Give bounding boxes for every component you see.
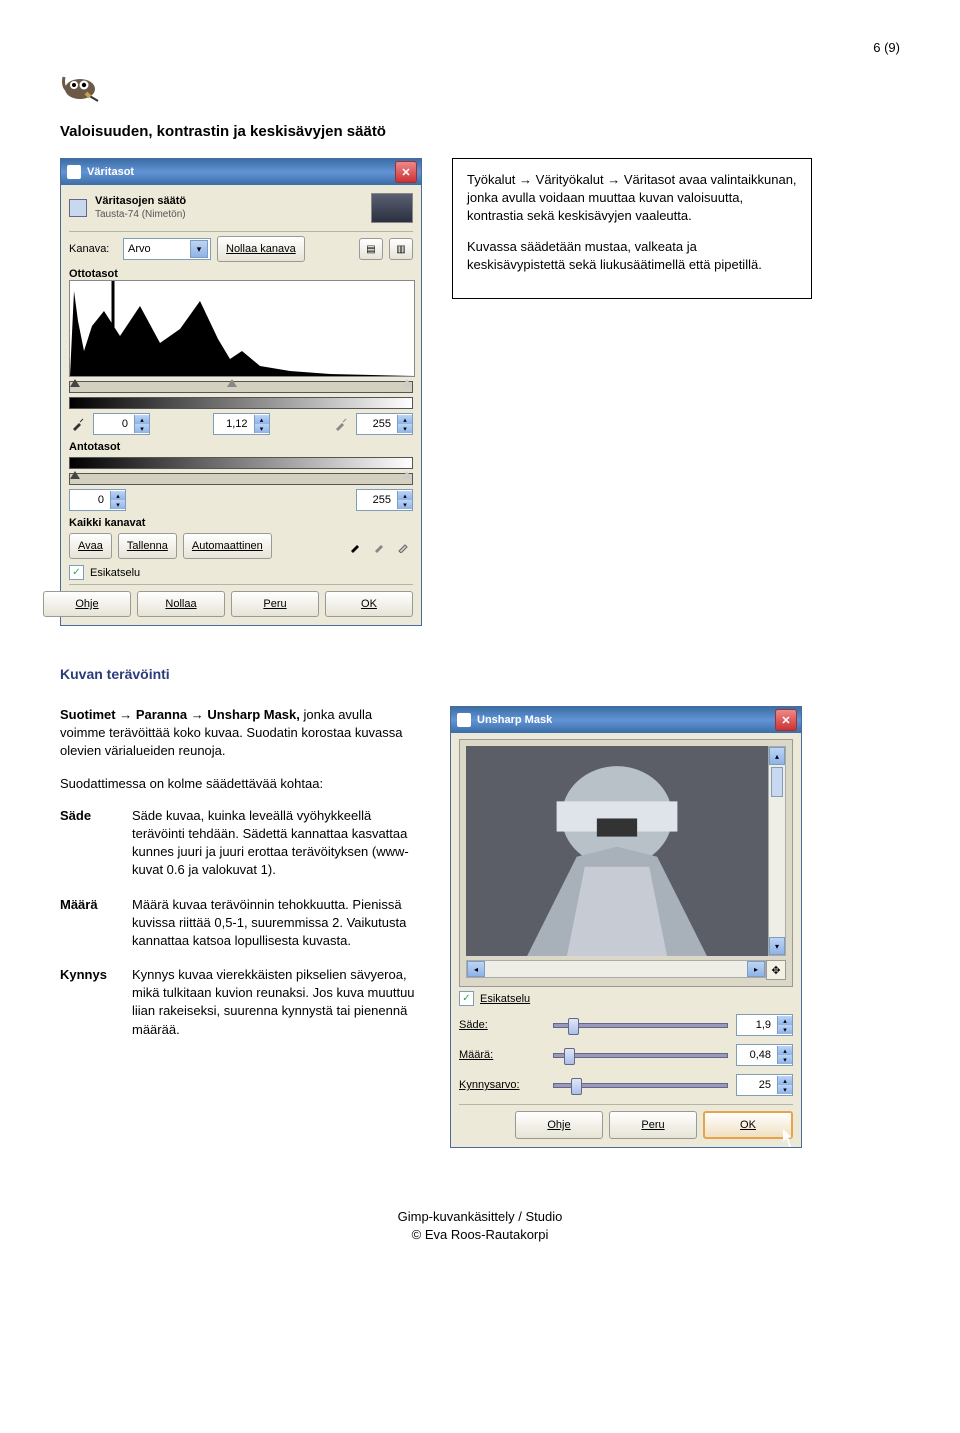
- def-kynnys-text: Kynnys kuvaa vierekkäisten pikselien säv…: [132, 966, 420, 1039]
- ok-button[interactable]: OK: [703, 1111, 793, 1139]
- preview-area: ▴ ▾ ◂ ▸: [459, 739, 793, 987]
- maara-slider[interactable]: [553, 1053, 728, 1058]
- arrow-icon: →: [607, 172, 620, 187]
- input-levels-label: Ottotasot: [69, 268, 413, 280]
- output-slider[interactable]: [69, 473, 413, 485]
- kynnys-slider[interactable]: [553, 1083, 728, 1088]
- help-button[interactable]: Ohje: [43, 591, 131, 617]
- output-high-spin[interactable]: 255 ▴▾: [356, 489, 413, 511]
- channel-label: Kanava:: [69, 243, 117, 255]
- input-slider[interactable]: [69, 381, 413, 393]
- page-number: 6 (9): [60, 40, 900, 55]
- layers-icon: [69, 199, 87, 217]
- def-maara-text: Määrä kuvaa terävöinnin tehokkuutta. Pie…: [132, 896, 420, 951]
- open-button[interactable]: Avaa: [69, 533, 112, 559]
- histogram: [69, 280, 415, 377]
- cancel-button[interactable]: Peru: [231, 591, 319, 617]
- levels-dialog: Väritasot ✕ Väritasojen säätö Tausta-74 …: [60, 158, 422, 626]
- input-gamma-spin[interactable]: 1,12 ▴▾: [213, 413, 270, 435]
- def-sade-label: Säde: [60, 807, 128, 825]
- kynnys-label: Kynnysarvo:: [459, 1079, 545, 1091]
- input-low-spin[interactable]: 0 ▴▾: [93, 413, 150, 435]
- def-sade-text: Säde kuvaa, kuinka leveällä vyöhykkeellä…: [132, 807, 420, 880]
- dialog-icon: [457, 713, 471, 727]
- input-gradient: [69, 397, 413, 409]
- auto-button[interactable]: Automaattinen: [183, 533, 272, 559]
- save-button[interactable]: Tallenna: [118, 533, 177, 559]
- h-scrollbar[interactable]: ◂ ▸: [466, 960, 766, 978]
- description-box-1: Työkalut → Värityökalut → Väritasot avaa…: [452, 158, 812, 299]
- cancel-button[interactable]: Peru: [609, 1111, 697, 1139]
- output-gradient: [69, 457, 413, 469]
- sharpen-text: Suotimet → Paranna → Unsharp Mask, jonka…: [60, 706, 420, 1055]
- scroll-up-icon[interactable]: ▴: [769, 747, 785, 765]
- close-icon[interactable]: ✕: [775, 709, 797, 731]
- scroll-right-icon[interactable]: ▸: [747, 961, 765, 977]
- kynnys-spin[interactable]: 25 ▴▾: [736, 1074, 793, 1096]
- preview-label: Esikatselu: [90, 567, 140, 579]
- hist-linear-icon[interactable]: ▤: [359, 238, 383, 260]
- eyedropper-white-icon[interactable]: [332, 415, 350, 433]
- gimp-logo-icon: [60, 63, 100, 103]
- titlebar[interactable]: Väritasot ✕: [61, 159, 421, 185]
- scroll-left-icon[interactable]: ◂: [467, 961, 485, 977]
- heading-valoisuuden: Valoisuuden, kontrastin ja keskisävyjen …: [60, 123, 900, 140]
- sade-spin[interactable]: 1,9 ▴▾: [736, 1014, 793, 1036]
- def-kynnys-label: Kynnys: [60, 966, 128, 984]
- subtitle-small: Tausta-74 (Nimetön): [95, 209, 186, 221]
- pick-gray-icon[interactable]: [371, 537, 389, 555]
- dialog-title: Unsharp Mask: [477, 714, 552, 726]
- maara-spin[interactable]: 0,48 ▴▾: [736, 1044, 793, 1066]
- all-channels-label: Kaikki kanavat: [69, 517, 413, 529]
- arrow-icon: →: [191, 707, 204, 722]
- output-levels-label: Antotasot: [69, 441, 413, 453]
- input-high-spin[interactable]: 255 ▴▾: [356, 413, 413, 435]
- pick-white-icon[interactable]: [395, 537, 413, 555]
- def-maara-label: Määrä: [60, 896, 128, 914]
- reset-button[interactable]: Nollaa: [137, 591, 225, 617]
- subtitle-bold: Väritasojen säätö: [95, 195, 186, 208]
- maara-label: Määrä:: [459, 1049, 545, 1061]
- chevron-down-icon: ▾: [190, 240, 208, 258]
- preview-checkbox[interactable]: ✓: [459, 991, 474, 1006]
- v-scrollbar[interactable]: ▴ ▾: [768, 746, 786, 956]
- scroll-down-icon[interactable]: ▾: [769, 937, 785, 955]
- dialog-icon: [67, 165, 81, 179]
- channel-value: Arvo: [128, 243, 151, 255]
- hist-log-icon[interactable]: ▥: [389, 238, 413, 260]
- channel-combo[interactable]: Arvo ▾: [123, 238, 211, 260]
- titlebar[interactable]: Unsharp Mask ✕: [451, 707, 801, 733]
- preview-image: [466, 746, 768, 956]
- sade-slider[interactable]: [553, 1023, 728, 1028]
- preview-thumb: [371, 193, 413, 223]
- preview-checkbox[interactable]: ✓: [69, 565, 84, 580]
- pick-black-icon[interactable]: [347, 537, 365, 555]
- dialog-title: Väritasot: [87, 166, 134, 178]
- preview-label: Esikatselu: [480, 993, 530, 1005]
- arrow-icon: →: [519, 172, 532, 187]
- close-icon[interactable]: ✕: [395, 161, 417, 183]
- reset-channel-button[interactable]: Nollaa kanava: [217, 236, 305, 262]
- ok-button[interactable]: OK: [325, 591, 413, 617]
- arrow-icon: →: [119, 707, 132, 722]
- unsharp-dialog: Unsharp Mask ✕: [450, 706, 802, 1148]
- move-icon[interactable]: ✥: [766, 960, 786, 980]
- output-low-spin[interactable]: 0 ▴▾: [69, 489, 126, 511]
- eyedropper-black-icon[interactable]: [69, 415, 87, 433]
- help-button[interactable]: Ohje: [515, 1111, 603, 1139]
- page-footer: Gimp-kuvankäsittely / Studio © Eva Roos-…: [60, 1208, 900, 1244]
- heading-teravointi: Kuvan terävöinti: [60, 666, 900, 682]
- sade-label: Säde:: [459, 1019, 545, 1031]
